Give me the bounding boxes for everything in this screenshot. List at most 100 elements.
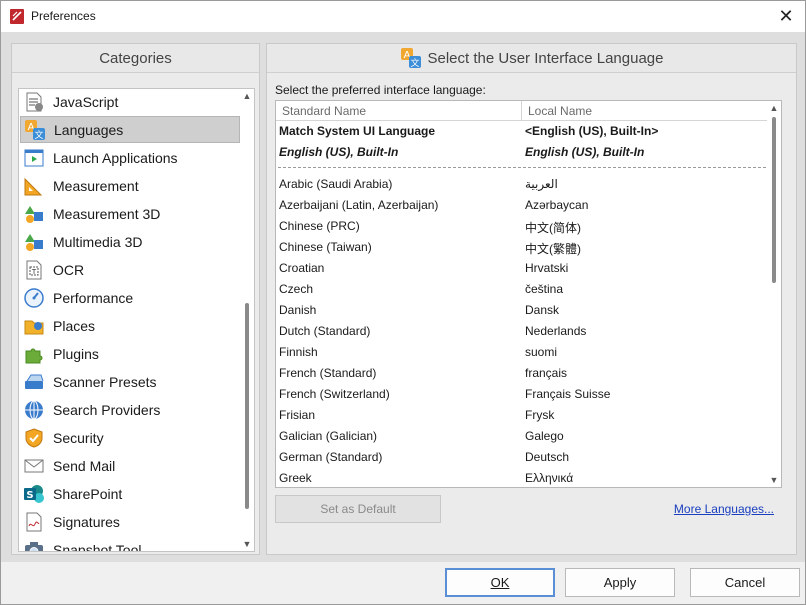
- standard-name-cell: Frisian: [279, 408, 316, 422]
- category-item-signatures[interactable]: Signatures: [20, 508, 240, 535]
- standard-name-cell: Galician (Galician): [279, 429, 378, 443]
- category-label: Send Mail: [53, 457, 116, 474]
- table-row[interactable]: German (Standard) Deutsch: [276, 447, 769, 468]
- local-name-cell: Galego: [525, 429, 564, 443]
- table-row[interactable]: Galician (Galician) Galego: [276, 426, 769, 447]
- window-title: Preferences: [31, 9, 96, 23]
- category-item-scanner-presets[interactable]: Scanner Presets: [20, 368, 240, 395]
- categories-header: Categories: [12, 44, 259, 73]
- category-label: Launch Applications: [53, 149, 178, 166]
- table-row[interactable]: French (Standard) français: [276, 363, 769, 384]
- local-name-cell: 中文(简体): [525, 221, 581, 235]
- category-label: Security: [53, 429, 104, 446]
- category-label: Scanner Presets: [53, 373, 157, 390]
- standard-name-cell: Finnish: [279, 345, 318, 359]
- title-bar: Preferences ✕: [1, 1, 805, 32]
- local-name-cell: English (US), Built-In: [525, 145, 645, 159]
- table-separator: [278, 167, 766, 168]
- category-item-security[interactable]: Security: [20, 424, 240, 451]
- local-name-cell: 中文(繁體): [525, 242, 581, 256]
- scroll-down-icon[interactable]: ▼: [240, 537, 254, 551]
- table-row[interactable]: French (Switzerland) Français Suisse: [276, 384, 769, 405]
- table-row[interactable]: Finnish suomi: [276, 342, 769, 363]
- categories-list[interactable]: JavaScript A 文 Languages Launch Applications…: [18, 88, 255, 552]
- table-row[interactable]: Czech čeština: [276, 279, 769, 300]
- cancel-button[interactable]: Cancel: [690, 568, 800, 597]
- table-row[interactable]: Greek Ελληνικά: [276, 468, 769, 487]
- category-item-sharepoint[interactable]: S SharePoint: [20, 480, 240, 507]
- dialog-content: Categories JavaScript A 文 Languages Launch A…: [1, 32, 805, 562]
- table-row[interactable]: Arabic (Saudi Arabia) العربية: [276, 174, 769, 195]
- column-header-local-name[interactable]: Local Name: [522, 101, 769, 121]
- category-item-multimedia-3d[interactable]: Multimedia 3D: [20, 228, 240, 255]
- standard-name-cell: Arabic (Saudi Arabia): [279, 177, 393, 191]
- multimedia-3d-icon: [23, 231, 45, 253]
- table-row[interactable]: Azerbaijani (Latin, Azerbaijan) Azərbayca…: [276, 195, 769, 216]
- category-label: SharePoint: [53, 485, 123, 502]
- scrollbar-thumb[interactable]: [772, 117, 776, 283]
- table-row[interactable]: Chinese (Taiwan) 中文(繁體): [276, 237, 769, 258]
- category-label: Plugins: [53, 345, 99, 362]
- category-item-languages[interactable]: A 文 Languages: [20, 116, 240, 143]
- set-as-default-button[interactable]: Set as Default: [275, 495, 441, 523]
- apply-button[interactable]: Apply: [565, 568, 675, 597]
- category-item-plugins[interactable]: Plugins: [20, 340, 240, 367]
- category-item-measurement-3d[interactable]: Measurement 3D: [20, 200, 240, 227]
- language-table[interactable]: Standard Name Local Name Match System UI…: [275, 100, 782, 488]
- table-row[interactable]: Match System UI Language <English (US), B…: [276, 121, 769, 142]
- category-item-snapshot-tool[interactable]: Snapshot Tool: [20, 536, 240, 551]
- table-row[interactable]: English (US), Built-In English (US), Buil…: [276, 142, 769, 163]
- local-name-cell: Dansk: [525, 303, 560, 317]
- standard-name-cell: Greek: [279, 471, 312, 485]
- scroll-up-icon[interactable]: ▲: [767, 101, 781, 115]
- category-item-performance[interactable]: Performance: [20, 284, 240, 311]
- table-row[interactable]: Danish Dansk: [276, 300, 769, 321]
- standard-name-cell: Danish: [279, 303, 317, 317]
- sharepoint-icon: S: [23, 483, 45, 505]
- launch-applications-icon: [23, 147, 45, 169]
- language-table-scrollbar[interactable]: ▲ ▼: [767, 101, 781, 487]
- scroll-down-icon[interactable]: ▼: [767, 473, 781, 487]
- ok-button[interactable]: OK: [445, 568, 555, 597]
- categories-scrollbar[interactable]: ▲ ▼: [240, 89, 254, 551]
- category-label: Multimedia 3D: [53, 233, 143, 250]
- table-row[interactable]: Chinese (PRC) 中文(简体): [276, 216, 769, 237]
- more-languages-link[interactable]: More Languages...: [674, 502, 774, 516]
- table-row[interactable]: Frisian Frysk: [276, 405, 769, 426]
- languages-icon: A 文: [400, 48, 421, 69]
- close-button[interactable]: ✕: [767, 1, 805, 32]
- category-item-launch-applications[interactable]: Launch Applications: [20, 144, 240, 171]
- scrollbar-thumb[interactable]: [245, 303, 249, 509]
- category-item-places[interactable]: Places: [20, 312, 240, 339]
- local-name-cell: Français Suisse: [525, 387, 611, 401]
- languages-icon: A文: [24, 119, 46, 141]
- category-label: Search Providers: [53, 401, 161, 418]
- category-label: Places: [53, 317, 96, 334]
- local-name-cell: <English (US), Built-In>: [525, 124, 659, 138]
- javascript-icon: [23, 91, 45, 113]
- dialog-footer: OK Apply Cancel: [1, 562, 805, 604]
- local-name-cell: français: [525, 366, 568, 380]
- local-name-cell: Azərbaycan: [525, 198, 589, 212]
- category-item-javascript[interactable]: JavaScript: [20, 89, 240, 115]
- places-icon: [23, 315, 45, 337]
- local-name-cell: العربية: [525, 177, 558, 191]
- svg-text:文: 文: [34, 129, 43, 141]
- category-item-measurement[interactable]: Measurement: [20, 172, 240, 199]
- standard-name-cell: Dutch (Standard): [279, 324, 371, 338]
- scroll-up-icon[interactable]: ▲: [240, 89, 254, 103]
- column-header-standard-name[interactable]: Standard Name: [276, 101, 522, 121]
- local-name-cell: Deutsch: [525, 450, 570, 464]
- close-icon: ✕: [778, 6, 794, 26]
- category-label: JavaScript: [53, 93, 119, 110]
- app-logo-icon: [10, 9, 24, 24]
- category-label: Performance: [53, 289, 134, 306]
- table-row[interactable]: Croatian Hrvatski: [276, 258, 769, 279]
- category-item-search-providers[interactable]: Search Providers: [20, 396, 240, 423]
- category-item-ocr[interactable]: T OCR: [20, 256, 240, 283]
- measurement-3d-icon: [23, 203, 45, 225]
- category-item-send-mail[interactable]: Send Mail: [20, 452, 240, 479]
- plugins-icon: [23, 343, 45, 365]
- standard-name-cell: French (Standard): [279, 366, 377, 380]
- table-row[interactable]: Dutch (Standard) Nederlands: [276, 321, 769, 342]
